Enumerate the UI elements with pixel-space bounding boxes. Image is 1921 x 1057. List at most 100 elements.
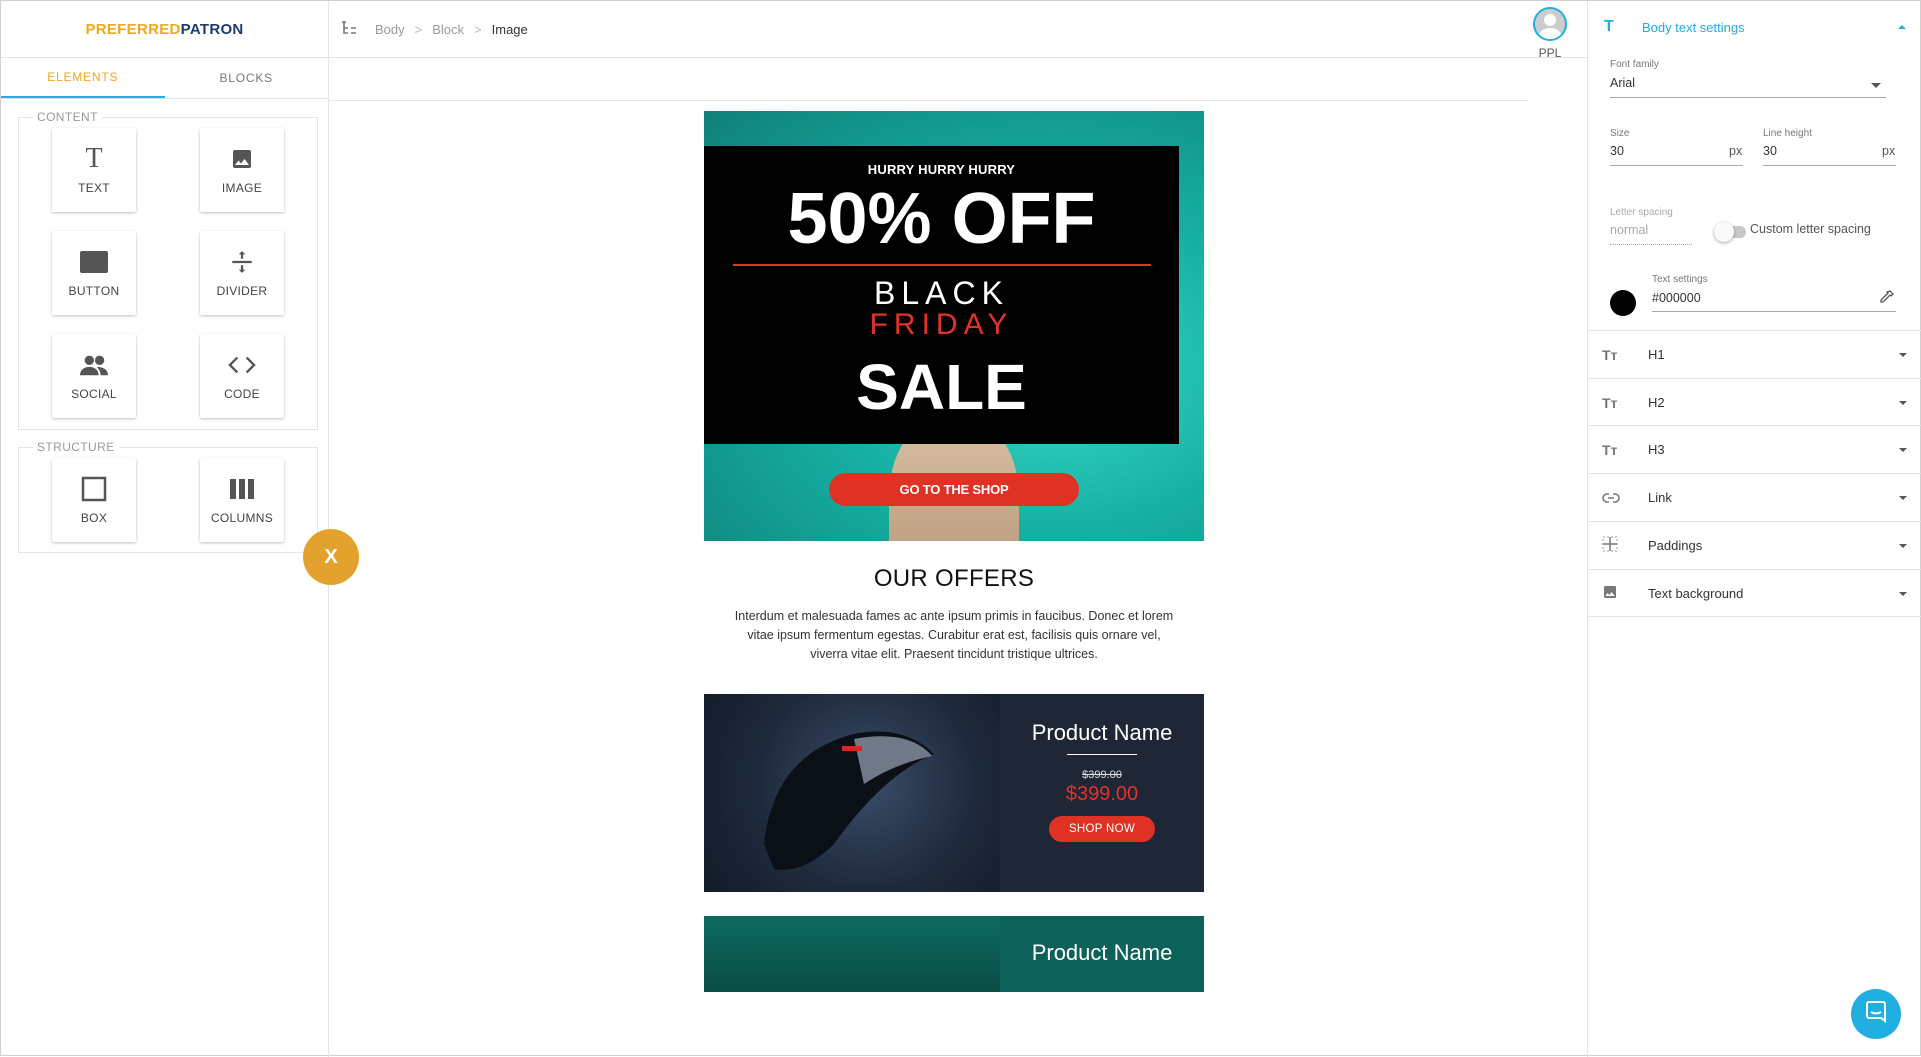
eyedropper-icon[interactable] bbox=[1878, 290, 1894, 311]
chat-icon bbox=[1864, 1000, 1888, 1029]
tab-blocks[interactable]: BLOCKS bbox=[165, 58, 329, 98]
columns-icon bbox=[228, 475, 256, 503]
chevron-down-icon bbox=[1899, 448, 1907, 452]
section-label: H2 bbox=[1648, 395, 1665, 410]
breadcrumb-block[interactable]: Block bbox=[432, 22, 464, 37]
padding-icon bbox=[1588, 536, 1648, 555]
tile-social[interactable]: SOCIAL bbox=[52, 334, 136, 418]
tile-label: IMAGE bbox=[221, 181, 263, 195]
tile-label: BOX bbox=[80, 511, 108, 525]
image-icon bbox=[1588, 584, 1648, 603]
tile-divider[interactable]: DIVIDER bbox=[200, 231, 284, 315]
settings-title: Body text settings bbox=[1642, 19, 1745, 35]
hero-divider bbox=[732, 264, 1151, 266]
product-info: Product Name $399.00 $399.00 SHOP NOW bbox=[1000, 694, 1204, 892]
tile-label: CODE bbox=[224, 387, 260, 401]
text-color-swatch[interactable] bbox=[1610, 290, 1636, 316]
text-color-input[interactable]: #000000 bbox=[1652, 291, 1701, 305]
tile-label: TEXT bbox=[78, 181, 110, 195]
font-family-label: Font family bbox=[1610, 59, 1659, 70]
tile-image[interactable]: IMAGE bbox=[200, 128, 284, 212]
tile-label: COLUMNS bbox=[210, 511, 274, 525]
chevron-down-icon[interactable] bbox=[1871, 83, 1881, 88]
tile-text[interactable]: T TEXT bbox=[52, 128, 136, 212]
section-h3[interactable]: Tт H3 bbox=[1588, 425, 1921, 473]
line-height-label: Line height bbox=[1763, 128, 1812, 139]
size-unit: px bbox=[1729, 144, 1743, 158]
size-input[interactable]: 30 bbox=[1610, 144, 1624, 158]
tile-label: BUTTON bbox=[68, 284, 120, 298]
tile-columns[interactable]: COLUMNS bbox=[200, 458, 284, 542]
logo-part-1: PREFERRED bbox=[85, 20, 181, 38]
tile-code[interactable]: CODE bbox=[200, 334, 284, 418]
tile-label: SOCIAL bbox=[71, 387, 117, 401]
top-bar: Body > Block > Image PPL bbox=[329, 1, 1587, 60]
offers-text[interactable]: Interdum et malesuada fames ac ante ipsu… bbox=[734, 607, 1174, 664]
chat-support-button[interactable] bbox=[1851, 989, 1901, 1039]
product-info: Product Name bbox=[1000, 916, 1204, 992]
section-h1[interactable]: Tт H1 bbox=[1588, 330, 1921, 378]
letter-spacing-label: Letter spacing bbox=[1610, 207, 1673, 218]
structure-group: STRUCTURE BOX COLUMNS bbox=[18, 440, 318, 553]
tile-box[interactable]: BOX bbox=[52, 458, 136, 542]
avatar[interactable] bbox=[1533, 7, 1567, 41]
hero-text-box[interactable]: HURRY HURRY HURRY 50% OFF BLACK FRIDAY S… bbox=[704, 146, 1179, 444]
breadcrumb-separator: > bbox=[474, 22, 482, 37]
text-color-underline bbox=[1652, 311, 1896, 312]
image-icon bbox=[228, 145, 256, 173]
chevron-down-icon bbox=[1899, 401, 1907, 405]
font-family-select[interactable]: Arial bbox=[1610, 76, 1635, 90]
line-height-unit: px bbox=[1882, 144, 1896, 158]
hero-line-sale: SALE bbox=[856, 351, 1027, 423]
product-name: Product Name bbox=[1031, 720, 1173, 745]
product-name: Product Name bbox=[1031, 940, 1173, 965]
hero-block[interactable]: HURRY HURRY HURRY 50% OFF BLACK FRIDAY S… bbox=[704, 111, 1204, 541]
logo: PREFERRED PATRON bbox=[1, 1, 328, 58]
hero-headline: 50% OFF bbox=[787, 179, 1096, 259]
line-height-underline bbox=[1763, 165, 1896, 166]
go-to-shop-button[interactable]: GO TO THE SHOP bbox=[829, 473, 1079, 506]
tile-button[interactable]: BUTTON bbox=[52, 231, 136, 315]
toolbar-strip bbox=[329, 58, 1529, 101]
breadcrumb-body[interactable]: Body bbox=[375, 22, 405, 37]
structure-group-label: STRUCTURE bbox=[33, 440, 119, 454]
tree-icon[interactable] bbox=[341, 21, 357, 38]
text-format-icon: T bbox=[1604, 18, 1614, 35]
link-icon bbox=[1588, 490, 1648, 506]
product-divider bbox=[1067, 754, 1137, 755]
shop-now-button[interactable]: SHOP NOW bbox=[1048, 816, 1156, 842]
hero-line-black: BLACK bbox=[874, 275, 1009, 311]
body-text-settings-header[interactable]: T Body text settings bbox=[1588, 1, 1921, 53]
product-block-2[interactable]: Product Name bbox=[704, 916, 1204, 992]
code-icon bbox=[228, 351, 256, 379]
custom-letter-spacing-label: Custom letter spacing bbox=[1750, 222, 1871, 236]
tile-label: DIVIDER bbox=[216, 284, 268, 298]
offers-title[interactable]: OUR OFFERS bbox=[704, 565, 1204, 593]
text-color-label: Text settings bbox=[1652, 274, 1708, 285]
heading-icon: Tт bbox=[1602, 441, 1618, 458]
settings-panel: T Body text settings Font family Arial S… bbox=[1587, 1, 1921, 1057]
content-group: CONTENT T TEXT IMAGE BUTTON DIVIDER SOCI… bbox=[18, 110, 318, 430]
line-height-input[interactable]: 30 bbox=[1763, 144, 1777, 158]
logo-part-2: PATRON bbox=[180, 20, 244, 38]
letter-spacing-underline bbox=[1610, 244, 1692, 245]
section-label: H1 bbox=[1648, 347, 1665, 362]
product-image bbox=[704, 694, 1000, 892]
product-block-1[interactable]: Product Name $399.00 $399.00 SHOP NOW bbox=[704, 694, 1204, 892]
panel-tabs: ELEMENTS BLOCKS bbox=[1, 58, 328, 99]
section-link[interactable]: Link bbox=[1588, 473, 1921, 521]
box-icon bbox=[80, 475, 108, 503]
hero-line-friday: FRIDAY bbox=[869, 308, 1014, 341]
section-text-background[interactable]: Text background bbox=[1588, 569, 1921, 617]
letter-spacing-input[interactable]: normal bbox=[1610, 223, 1648, 237]
chevron-down-icon bbox=[1899, 496, 1907, 500]
tab-elements[interactable]: ELEMENTS bbox=[1, 58, 165, 98]
chevron-down-icon bbox=[1899, 544, 1907, 548]
section-h2[interactable]: Tт H2 bbox=[1588, 378, 1921, 426]
social-icon bbox=[80, 351, 108, 379]
breadcrumb-separator: > bbox=[414, 22, 423, 37]
text-icon: T bbox=[85, 143, 103, 174]
toggle-knob[interactable] bbox=[1714, 222, 1734, 242]
section-paddings[interactable]: Paddings bbox=[1588, 521, 1921, 569]
section-label: H3 bbox=[1648, 442, 1665, 457]
